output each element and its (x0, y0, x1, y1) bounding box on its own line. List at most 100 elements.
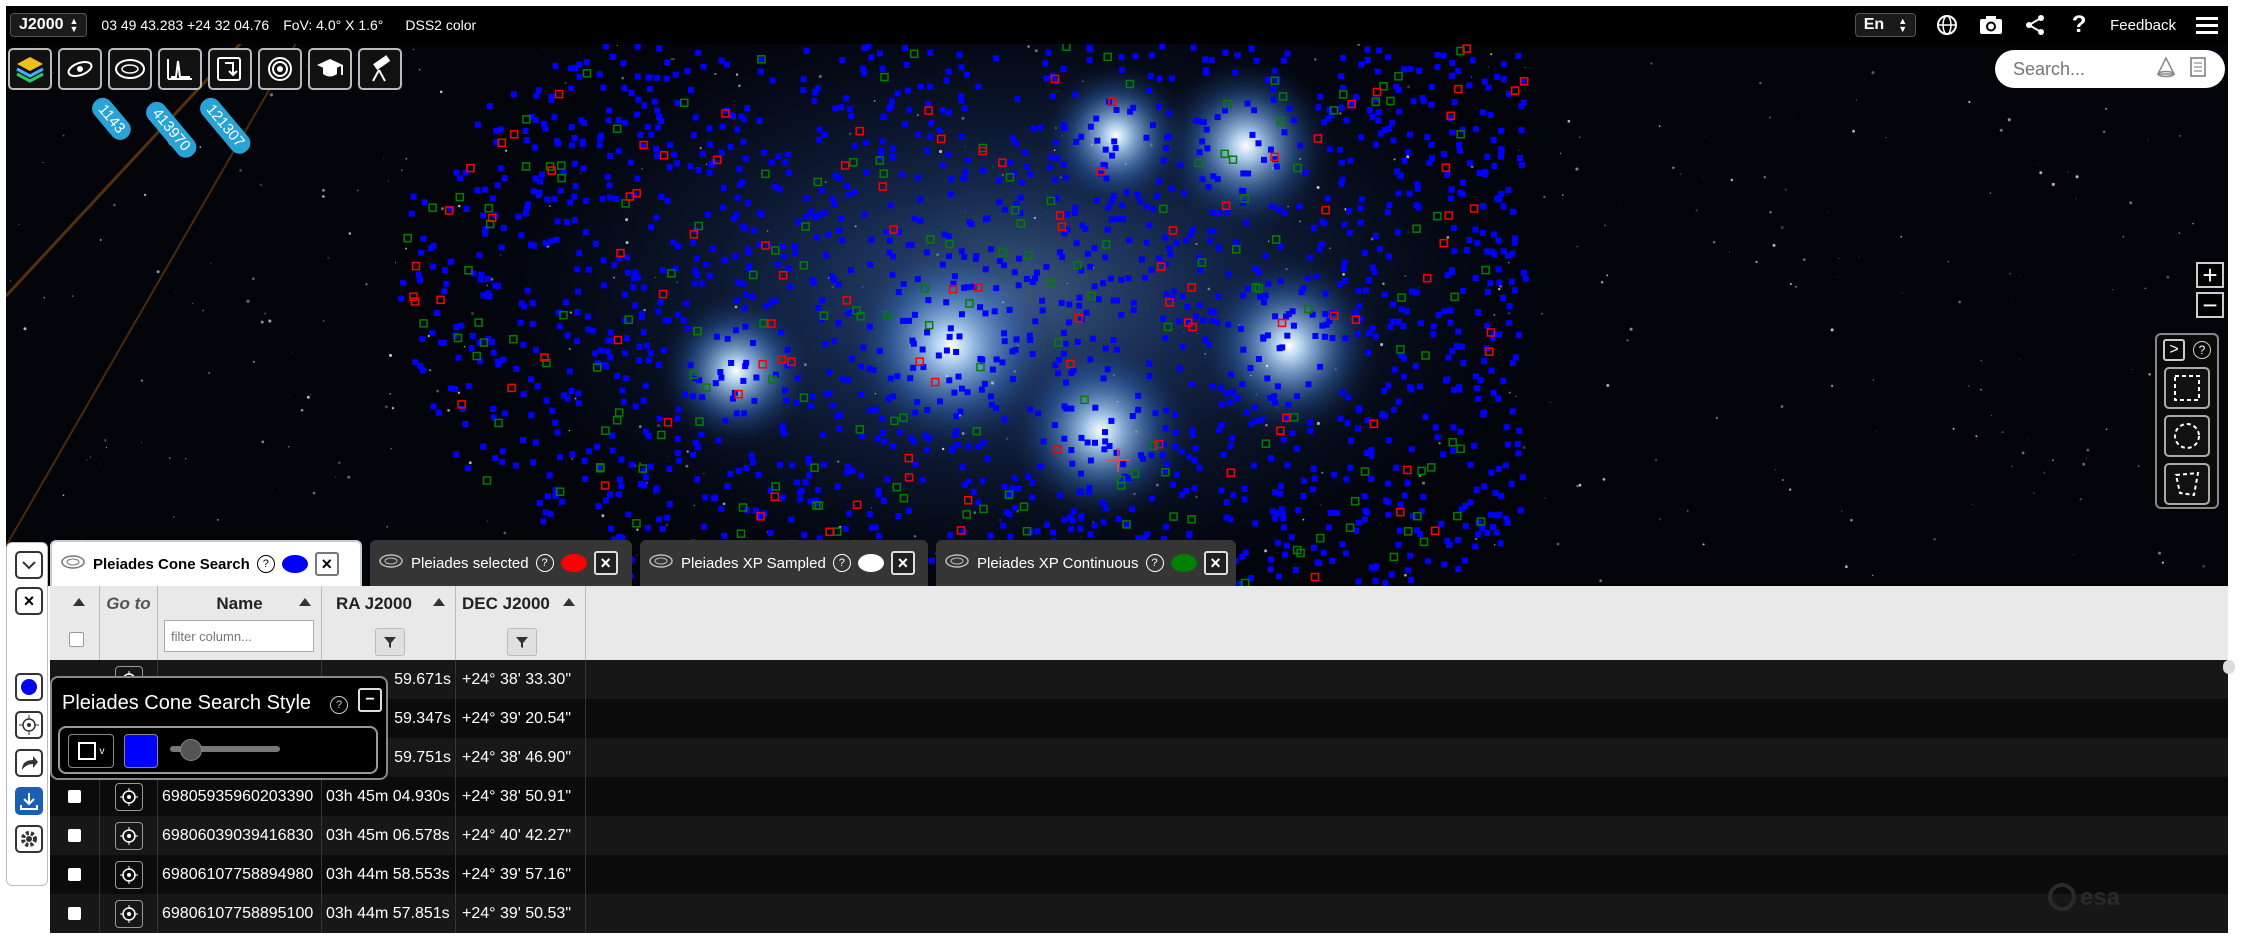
catalog-icon[interactable] (108, 48, 152, 90)
tab-pleiades-selected[interactable]: Pleiades selected ? × (370, 540, 632, 586)
coord-system-select[interactable]: J2000 ▲ ▼ (10, 13, 88, 37)
sort-icon[interactable] (73, 598, 85, 606)
download-button[interactable] (15, 787, 43, 815)
help-icon[interactable]: ? (330, 696, 348, 714)
spectra-icon[interactable] (158, 48, 202, 90)
row-checkbox[interactable] (68, 907, 81, 920)
row-checkbox[interactable] (68, 829, 81, 842)
collapse-button[interactable] (15, 551, 43, 579)
star (1133, 492, 1136, 496)
select-all-checkbox[interactable] (69, 632, 84, 647)
sky-view[interactable] (6, 6, 2228, 586)
help-icon[interactable]: ? (256, 555, 275, 573)
cone-icon[interactable] (2155, 55, 2177, 83)
dec-column-header[interactable]: DEC J2000 (456, 586, 586, 660)
color-swatch[interactable] (857, 554, 884, 572)
help-icon[interactable]: ? (2193, 341, 2211, 359)
search-input[interactable] (2011, 57, 2145, 81)
close-icon[interactable]: × (593, 551, 618, 575)
catalog-source-marker (875, 491, 882, 498)
table-row[interactable]: 69806039039416830 03h 45m 06.578s +24° 4… (50, 816, 2228, 855)
table-row[interactable]: 69806107758895100 03h 44m 57.851s +24° 3… (50, 894, 2228, 933)
tab-pleiades-xp-sampled[interactable]: Pleiades XP Sampled ? × (640, 540, 928, 586)
color-swatch[interactable] (560, 554, 587, 572)
slider-handle[interactable] (180, 739, 202, 761)
target-icon[interactable] (258, 48, 302, 90)
table-scrollbar[interactable] (2223, 660, 2235, 674)
star (300, 409, 304, 412)
chevron-right-icon[interactable]: > (2163, 339, 2185, 361)
catalog-source-marker (887, 202, 894, 209)
rectangle-select-button[interactable] (2164, 367, 2210, 409)
name-filter-input[interactable] (164, 620, 314, 652)
style-button[interactable] (15, 673, 43, 701)
color-swatch[interactable] (281, 555, 308, 573)
survey-name[interactable]: DSS2 color (405, 17, 476, 33)
sort-icon[interactable] (563, 598, 575, 606)
sort-icon[interactable] (299, 598, 311, 606)
language-select[interactable]: En ▲ ▼ (1854, 13, 1917, 37)
shape-select[interactable]: v (68, 734, 114, 768)
catalog-source-marker (792, 250, 798, 257)
close-icon[interactable]: × (890, 551, 915, 575)
camera-icon[interactable] (1978, 12, 2004, 38)
catalog-source-marker (666, 466, 673, 472)
zoom-in-button[interactable]: + (2196, 262, 2224, 288)
catalog-source-marker (641, 102, 648, 109)
help-icon[interactable]: ? (1145, 554, 1164, 572)
color-picker[interactable] (124, 734, 158, 768)
row-checkbox[interactable] (68, 868, 81, 881)
polygon-select-button[interactable] (2164, 463, 2210, 505)
close-icon[interactable]: × (314, 552, 339, 576)
catalog-source-marker (644, 524, 651, 531)
help-icon[interactable]: ? (2066, 11, 2092, 38)
catalog-source-marker (958, 133, 965, 140)
tab-pleiades-xp-continuous[interactable]: Pleiades XP Continuous ? × (936, 540, 1236, 586)
catalog-source-marker (1509, 360, 1516, 366)
catalog-source-marker (753, 374, 760, 381)
table-row[interactable]: 69805935960203390 03h 45m 04.930s +24° 3… (50, 777, 2228, 816)
feedback-link[interactable]: Feedback (2110, 17, 2176, 34)
help-icon[interactable]: ? (535, 554, 554, 572)
catalog-source-marker (1417, 383, 1423, 390)
help-icon[interactable]: ? (832, 554, 851, 572)
ra-column-header[interactable]: RA J2000 (322, 586, 456, 660)
goto-target-icon[interactable] (114, 821, 143, 850)
share-icon[interactable] (2022, 12, 2048, 38)
catalog-source-marker (433, 310, 440, 316)
search-box[interactable] (1995, 50, 2225, 88)
goto-target-icon[interactable] (114, 860, 143, 889)
sky-canvas[interactable] (6, 6, 2228, 586)
close-panel-button[interactable]: × (15, 587, 43, 615)
telescope-icon[interactable] (358, 48, 402, 90)
sort-icon[interactable] (433, 598, 445, 606)
filter-icon[interactable] (506, 628, 537, 656)
name-column-header[interactable]: Name (158, 586, 322, 660)
tab-pleiades-cone-search[interactable]: Pleiades Cone Search ? × (50, 540, 362, 586)
size-slider[interactable] (170, 739, 280, 761)
target-list-icon[interactable] (2189, 56, 2207, 83)
close-icon[interactable]: × (1203, 551, 1228, 575)
zoom-out-button[interactable]: − (2196, 292, 2224, 318)
table-row[interactable]: 69806107758894980 03h 44m 58.553s +24° 3… (50, 855, 2228, 894)
galaxy-icon[interactable] (58, 48, 102, 90)
education-icon[interactable] (308, 48, 352, 90)
catalog-source-marker (879, 416, 886, 423)
color-swatch[interactable] (1170, 554, 1197, 572)
goto-target-icon[interactable] (114, 782, 143, 811)
globe-icon[interactable] (1934, 12, 1960, 38)
filter-icon[interactable] (374, 628, 405, 656)
goto-target-icon[interactable] (114, 899, 143, 928)
catalog-source-marker (1181, 190, 1188, 197)
catalog-source-marker (501, 410, 508, 417)
circle-select-button[interactable] (2164, 415, 2210, 457)
layers-icon[interactable] (8, 48, 52, 90)
center-table-button[interactable] (15, 711, 43, 739)
outreach-icon[interactable] (208, 48, 252, 90)
send-button[interactable] (15, 749, 43, 777)
menu-icon[interactable] (2194, 12, 2220, 38)
settings-button[interactable] (15, 825, 43, 853)
minimize-button[interactable]: − (358, 688, 382, 712)
row-checkbox[interactable] (68, 790, 81, 803)
catalog-source-marker (687, 163, 694, 170)
